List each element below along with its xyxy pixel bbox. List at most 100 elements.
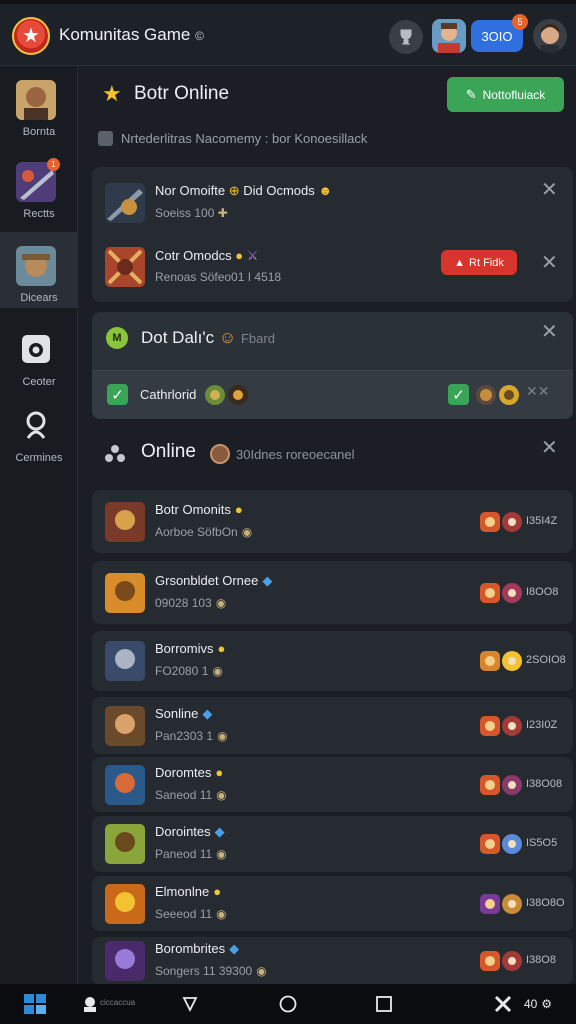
request-action-button[interactable]: ▲ Rt Fidk <box>441 250 517 275</box>
friend-status: Aorboe SöfbOn ◉ <box>155 525 252 539</box>
coin-icon: ⊕ <box>228 183 240 198</box>
request-action-label: Rt Fidk <box>469 256 504 269</box>
game-thumbnail <box>105 884 145 924</box>
gamepad-icon[interactable] <box>492 992 514 1016</box>
request-sub-text: Soeiss 100 <box>155 206 215 220</box>
sidebar-item-label: Bornta <box>22 126 56 138</box>
search-icon <box>19 408 53 442</box>
sidebar-item-label: Cermines <box>15 452 63 464</box>
request-subtitle: Soeiss 100 ✚ <box>155 206 228 220</box>
notice-label: Nrtederlitras Nacomemy : bor Konoesillac… <box>121 131 368 146</box>
friend-row[interactable]: Botr Omonits ● Aorboe SöfbOn ◉ I35I4Z <box>92 490 573 553</box>
stat-icon <box>502 651 522 671</box>
request-name: Nor Omoifte <box>155 183 226 198</box>
game-thumbnail <box>16 246 56 286</box>
friend-status-text: 09028 103 <box>155 596 212 610</box>
friends-subtitle-text: 30Idnes roreoecanel <box>236 446 355 462</box>
primary-action-label: Nottofluiack <box>482 87 546 102</box>
badge-thumbnail <box>499 385 519 405</box>
game-thumbnail <box>16 80 56 120</box>
level-icon: ◉ <box>241 525 253 539</box>
friend-stat: IS5O5 <box>526 837 558 849</box>
profile-avatar[interactable] <box>533 19 567 53</box>
status-badge-icon: ● <box>213 884 222 899</box>
friend-name: Doromtes ● <box>155 765 223 780</box>
app-logo-icon[interactable]: ★ <box>12 17 50 55</box>
friend-row[interactable]: Borombrites ◆ Songers 11 39300 ◉ I38O8 <box>92 937 573 985</box>
friend-name-text: Grsonbldet Ornee <box>155 573 259 588</box>
sidebar-item-rectts[interactable]: 1 Rectts <box>0 148 78 224</box>
level-icon: ◉ <box>212 664 223 678</box>
status-bar <box>0 0 576 4</box>
game-thumbnail <box>105 247 145 287</box>
stat-icon <box>480 894 500 914</box>
recents-icon[interactable] <box>372 992 396 1016</box>
medal-icon: M <box>106 327 128 349</box>
friend-name-text: Borombrites <box>155 941 226 956</box>
primary-action-button[interactable]: ✎ Nottofluiack <box>447 77 564 112</box>
game-thumbnail <box>105 824 145 864</box>
sidebar-item-dicears[interactable]: Dicears <box>0 232 78 308</box>
friend-row[interactable]: Borromivs ● FO2080 1 ◉ 2SOIO8 <box>92 631 573 691</box>
friend-status-text: Paneod 11 <box>155 847 213 861</box>
friend-status-text: Seeeod 11 <box>155 907 213 921</box>
level-icon: ◉ <box>216 847 227 861</box>
user-icon[interactable] <box>80 992 100 1016</box>
requests-card: Nor Omoifte ⊕ Did Ocmods ☻ Soeiss 100 ✚ … <box>92 167 573 302</box>
nav-right-label: 40 ⚙ <box>518 992 558 1016</box>
friend-status: Saneod 11 ◉ <box>155 788 227 802</box>
friend-row[interactable]: Doromtes ● Saneod 11 ◉ I38O08 <box>92 757 573 812</box>
status-badge-icon: ● <box>217 641 226 656</box>
stat-icon <box>502 834 522 854</box>
back-icon[interactable] <box>178 992 202 1016</box>
badge-thumbnail <box>476 385 496 405</box>
status-badge-icon: ◆ <box>262 573 273 588</box>
game-thumbnail <box>105 183 145 223</box>
friend-stat: I38O8O <box>526 897 565 909</box>
coin-balance-value: 3OIO <box>481 28 513 44</box>
app-switcher-icon[interactable] <box>22 992 48 1016</box>
checkbox-checked[interactable]: ✓ <box>448 384 469 405</box>
achievement-item-label: Cathrlorid <box>140 387 197 402</box>
friend-name-text: Elmonlne <box>155 884 210 899</box>
status-badge-icon: ◆ <box>229 941 240 956</box>
friend-name: Borromivs ● <box>155 641 225 656</box>
friend-name-text: Botr Omonits <box>155 502 231 517</box>
home-icon[interactable] <box>276 992 300 1016</box>
stat-icon <box>480 834 500 854</box>
sidebar-item-ceoter[interactable]: Ceoter <box>0 316 78 392</box>
achievement-icon[interactable] <box>389 20 423 54</box>
friend-status: FO2080 1 ◉ <box>155 664 223 678</box>
sidebar-item-bornta[interactable]: Bornta <box>0 66 78 142</box>
checkbox-checked[interactable]: ✓ <box>107 384 128 405</box>
game-thumbnail <box>105 765 145 805</box>
stat-icon <box>502 951 522 971</box>
friend-status-text: FO2080 1 <box>155 664 209 678</box>
status-badge-icon: ◆ <box>202 706 213 721</box>
badge-thumbnail <box>228 385 248 405</box>
badge-count: 1 <box>51 160 56 169</box>
friend-row[interactable]: Sonline ◆ Pan2303 1 ◉ I23I0Z <box>92 697 573 754</box>
friend-row[interactable]: Elmonlne ● Seeeod 11 ◉ I38O8O <box>92 876 573 931</box>
friend-name: Elmonlne ● <box>155 884 221 899</box>
friend-row[interactable]: Dorointes ◆ Paneod 11 ◉ IS5O5 <box>92 816 573 872</box>
close-icon[interactable]: ✕ <box>541 253 558 273</box>
sidebar-item-cermines[interactable]: Cermines <box>0 392 78 468</box>
level-icon: ◉ <box>216 788 227 802</box>
sidebar-item-label: Ceoter <box>22 376 56 388</box>
friend-avatar[interactable] <box>432 19 466 53</box>
nav-label: ciccaccua <box>100 998 136 1007</box>
friend-row[interactable]: Grsonbldet Ornee ◆ 09028 103 ◉ I8OO8 <box>92 561 573 624</box>
friend-status-text: Aorboe SöfbOn <box>155 525 238 539</box>
close-icon[interactable]: ✕ <box>541 322 558 342</box>
stat-icon <box>502 894 522 914</box>
more-options-icon[interactable]: ✕✕ <box>526 384 549 398</box>
close-icon[interactable]: ✕ <box>541 180 558 200</box>
friend-status: 09028 103 ◉ <box>155 596 226 610</box>
request-title: Nor Omoifte ⊕ Did Ocmods ☻ <box>155 183 332 199</box>
friend-name-text: Sonline <box>155 706 199 721</box>
friend-name: Sonline ◆ <box>155 706 212 722</box>
friend-status: Paneod 11 ◉ <box>155 847 227 861</box>
app-title-suffix: © <box>195 29 204 43</box>
close-icon[interactable]: ✕ <box>541 438 558 458</box>
